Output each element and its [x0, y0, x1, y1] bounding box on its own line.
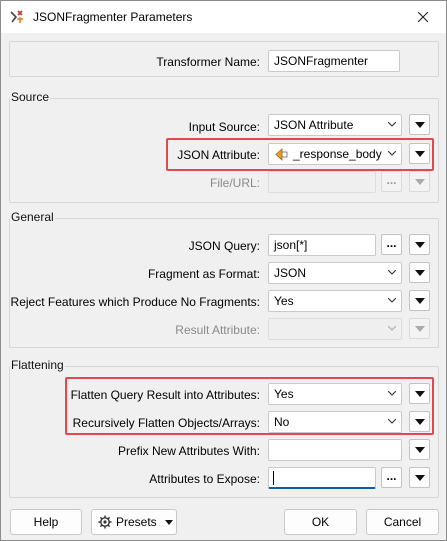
result-attribute-select [268, 318, 402, 340]
fragment-format-select[interactable]: JSON [268, 262, 402, 284]
close-icon [418, 12, 428, 22]
ellipsis-icon: ... [386, 172, 397, 187]
fragment-format-value: JSON [274, 266, 307, 280]
dropdown-triangle-icon [414, 474, 425, 481]
input-source-select[interactable]: JSON Attribute [268, 114, 402, 136]
chevron-down-icon [388, 151, 396, 156]
reject-select[interactable]: Yes [268, 290, 402, 312]
prefix-label: Prefix New Attributes With: [117, 444, 260, 458]
dropdown-triangle-icon [414, 241, 425, 248]
text-cursor [273, 471, 274, 485]
file-url-input [268, 171, 376, 193]
attributes-to-expose-editor-button[interactable]: ... [381, 467, 402, 488]
json-query-editor-button[interactable]: ... [381, 234, 402, 255]
dialog-window: JSONFragmenter Parameters Transformer Na… [0, 0, 447, 541]
dropdown-triangle-icon [414, 297, 425, 304]
json-attribute-select[interactable]: _response_body [268, 143, 402, 165]
file-url-label: File/URL: [209, 176, 260, 190]
recursive-flatten-value: No [274, 415, 290, 429]
file-url-browse-button: ... [381, 171, 402, 192]
presets-button[interactable]: Presets [91, 509, 177, 535]
transformer-name-label: Transformer Name: [156, 55, 260, 69]
dropdown-triangle-icon [414, 121, 425, 128]
close-button[interactable] [400, 1, 446, 33]
prefix-menu-button[interactable] [409, 439, 430, 460]
recursive-flatten-menu-button[interactable] [409, 411, 430, 432]
presets-button-label: Presets [116, 515, 157, 529]
fragment-format-label: Fragment as Format: [147, 267, 260, 281]
recursive-flatten-select[interactable]: No [268, 411, 402, 433]
input-source-menu-button[interactable] [409, 114, 430, 135]
attributes-to-expose-menu-button[interactable] [409, 467, 430, 488]
recursive-flatten-label: Recursively Flatten Objects/Arrays: [72, 416, 260, 430]
json-query-input[interactable]: json[*] [268, 234, 376, 256]
ok-button-label: OK [311, 515, 330, 529]
dropdown-triangle-icon [164, 519, 173, 525]
flatten-query-label: Flatten Query Result into Attributes: [70, 388, 260, 402]
source-group-title: Source [10, 90, 51, 104]
dropdown-triangle-icon [414, 325, 425, 332]
flattening-group-title: Flattening [10, 358, 65, 372]
ok-button[interactable]: OK [284, 509, 357, 535]
flatten-query-menu-button[interactable] [409, 383, 430, 404]
chevron-down-icon [388, 122, 396, 127]
prefix-input[interactable] [268, 439, 402, 461]
result-attribute-menu-button [409, 318, 430, 339]
input-source-label: Input Source: [188, 120, 260, 134]
json-attribute-menu-button[interactable] [409, 143, 430, 164]
file-url-menu-button [409, 171, 430, 192]
attribute-icon [275, 148, 288, 161]
dropdown-triangle-icon [414, 178, 425, 185]
window-title: JSONFragmenter Parameters [33, 10, 193, 24]
json-attribute-label: JSON Attribute: [177, 148, 260, 162]
chevron-down-icon [388, 391, 396, 396]
json-attribute-value: _response_body [293, 147, 382, 161]
dropdown-triangle-icon [414, 269, 425, 276]
reject-menu-button[interactable] [409, 290, 430, 311]
dropdown-triangle-icon [414, 418, 425, 425]
transformer-name-input[interactable]: JSONFragmenter [268, 50, 400, 72]
ellipsis-icon: ... [386, 235, 397, 250]
reject-value: Yes [274, 294, 294, 308]
json-query-label: JSON Query: [188, 239, 260, 253]
cancel-button[interactable]: Cancel [366, 509, 439, 535]
reject-label: Reject Features which Produce No Fragmen… [10, 295, 260, 309]
help-button[interactable]: Help [10, 509, 82, 535]
chevron-down-icon [388, 419, 396, 424]
result-attribute-label: Result Attribute: [175, 323, 260, 337]
json-query-menu-button[interactable] [409, 234, 430, 255]
cancel-button-label: Cancel [383, 515, 422, 529]
chevron-down-icon [388, 298, 396, 303]
gear-icon [98, 515, 112, 529]
fme-transformer-icon [10, 10, 23, 23]
ellipsis-icon: ... [386, 468, 397, 483]
dropdown-triangle-icon [414, 150, 425, 157]
attributes-to-expose-input[interactable] [268, 467, 376, 489]
flatten-query-select[interactable]: Yes [268, 383, 402, 405]
attributes-to-expose-label: Attributes to Expose: [149, 472, 260, 486]
title-bar: JSONFragmenter Parameters [1, 1, 446, 33]
dropdown-triangle-icon [414, 390, 425, 397]
fragment-format-menu-button[interactable] [409, 262, 430, 283]
chevron-down-icon [388, 326, 396, 331]
flatten-query-value: Yes [274, 387, 294, 401]
general-group-title: General [10, 210, 55, 224]
help-button-label: Help [33, 515, 59, 529]
input-source-value: JSON Attribute [274, 118, 354, 132]
chevron-down-icon [388, 270, 396, 275]
dropdown-triangle-icon [414, 446, 425, 453]
